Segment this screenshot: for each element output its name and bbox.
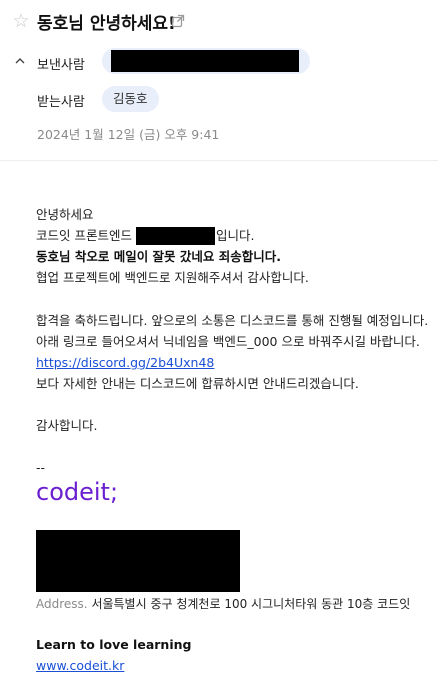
- codeit-logo: codeit;: [36, 478, 118, 506]
- chevron-up-icon[interactable]: [14, 55, 26, 67]
- recipient-label: 받는사람: [37, 95, 85, 110]
- discord-link[interactable]: https://discord.gg/2b4Uxn48: [36, 355, 214, 371]
- star-icon[interactable]: ☆: [10, 10, 32, 32]
- redacted-team-name: [136, 227, 215, 245]
- congrats-text: 합격을 축하드립니다. 앞으로의 소통은 디스코드를 통해 진행될 예정입니다.: [36, 313, 429, 328]
- signature-dash: --: [36, 460, 46, 475]
- nickname-instruction: 아래 링크로 들어오셔서 닉네임을 백엔드_000 으로 바꿔주시길 바랍니다.: [36, 334, 420, 349]
- thanks-apply-text: 협업 프로젝트에 백엔드로 지원해주셔서 감사합니다.: [36, 270, 309, 285]
- team-line-prefix: 코드잇 프론트엔드: [36, 228, 132, 243]
- external-link-icon[interactable]: [171, 14, 185, 28]
- address-line: Address. 서울특별시 중구 청계천로 100 시그니처타워 동관 10층…: [36, 596, 410, 612]
- mail-subject: 동호님 안녕하세요!: [37, 14, 176, 34]
- logo-wordmark: codeit;: [36, 478, 118, 506]
- mail-date: 2024년 1월 12일 (금) 오후 9:41: [37, 127, 220, 142]
- tagline-text: Learn to love learning: [36, 637, 192, 652]
- recipient-chip[interactable]: 김동호: [102, 86, 159, 112]
- details-text: 보다 자세한 안내는 디스코드에 합류하시면 안내드리겠습니다.: [36, 376, 359, 391]
- team-line-suffix: 입니다.: [216, 228, 255, 243]
- address-text: 서울특별시 중구 청계천로 100 시그니처타워 동관 10층 코드잇: [91, 597, 411, 611]
- mail-header: ☆ 동호님 안녕하세요! 보낸사람 받는사람 김동호 2024년 1월 12일 …: [0, 0, 438, 160]
- redacted-signature-block: [36, 530, 240, 592]
- apology-text: 동호님 착오로 메일이 잘못 갔네요 죄송합니다.: [36, 249, 282, 264]
- redacted-sender: [111, 50, 299, 72]
- closing-text: 감사합니다.: [36, 418, 98, 433]
- greeting-text: 안녕하세요: [36, 207, 94, 222]
- website-link[interactable]: www.codeit.kr: [36, 658, 124, 674]
- header-divider: [0, 160, 438, 161]
- address-label: Address.: [36, 597, 88, 611]
- sender-label: 보낸사람: [37, 58, 85, 73]
